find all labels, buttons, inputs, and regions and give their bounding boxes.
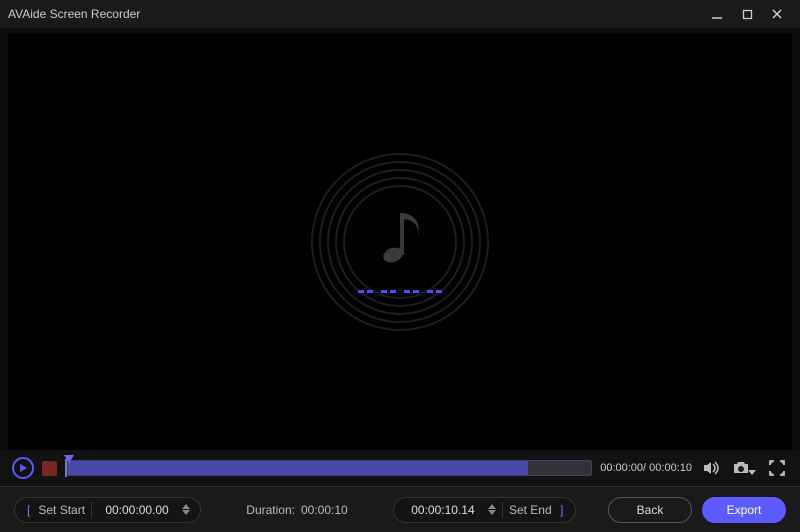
start-time-down[interactable]	[182, 510, 190, 515]
clip-toolbar: [ Set Start 00:00:00.00 Duration: 00:00:…	[0, 486, 800, 532]
play-button[interactable]	[12, 457, 34, 479]
end-time-up[interactable]	[488, 504, 496, 509]
fullscreen-icon[interactable]	[766, 457, 788, 479]
preview-area	[8, 34, 792, 450]
timeline-start-handle[interactable]	[64, 455, 74, 463]
equalizer-bars-icon	[358, 290, 442, 293]
window-maximize-button[interactable]	[732, 4, 762, 24]
window-close-button[interactable]	[762, 4, 792, 24]
bracket-left-icon: [	[25, 503, 32, 517]
end-time-value: 00:00:10.14	[404, 503, 482, 517]
playback-bar: 00:00:00/ 00:00:10	[0, 450, 800, 486]
app-title: AVAide Screen Recorder	[8, 7, 140, 21]
snapshot-camera-icon[interactable]	[730, 457, 758, 479]
set-start-group: [ Set Start 00:00:00.00	[14, 497, 201, 523]
set-end-button[interactable]: Set End	[509, 503, 552, 517]
duration-value: 00:00:10	[301, 503, 348, 517]
duration-label: Duration:	[246, 503, 295, 517]
stop-button[interactable]	[42, 461, 57, 476]
time-counter: 00:00:00/ 00:00:10	[600, 462, 692, 474]
snapshot-dropdown-icon[interactable]	[748, 470, 756, 475]
set-end-group: 00:00:10.14 Set End [	[393, 497, 576, 523]
export-button[interactable]: Export	[702, 497, 786, 523]
start-time-up[interactable]	[182, 504, 190, 509]
timeline-slider[interactable]	[67, 460, 592, 476]
volume-icon[interactable]	[700, 457, 722, 479]
set-start-button[interactable]: Set Start	[38, 503, 85, 517]
audio-visualizer-icon	[305, 147, 495, 337]
end-time-down[interactable]	[488, 510, 496, 515]
bracket-right-icon: [	[558, 503, 565, 517]
back-button[interactable]: Back	[608, 497, 692, 523]
window-minimize-button[interactable]	[702, 4, 732, 24]
start-time-value: 00:00:00.00	[98, 503, 176, 517]
title-bar: AVAide Screen Recorder	[0, 0, 800, 28]
